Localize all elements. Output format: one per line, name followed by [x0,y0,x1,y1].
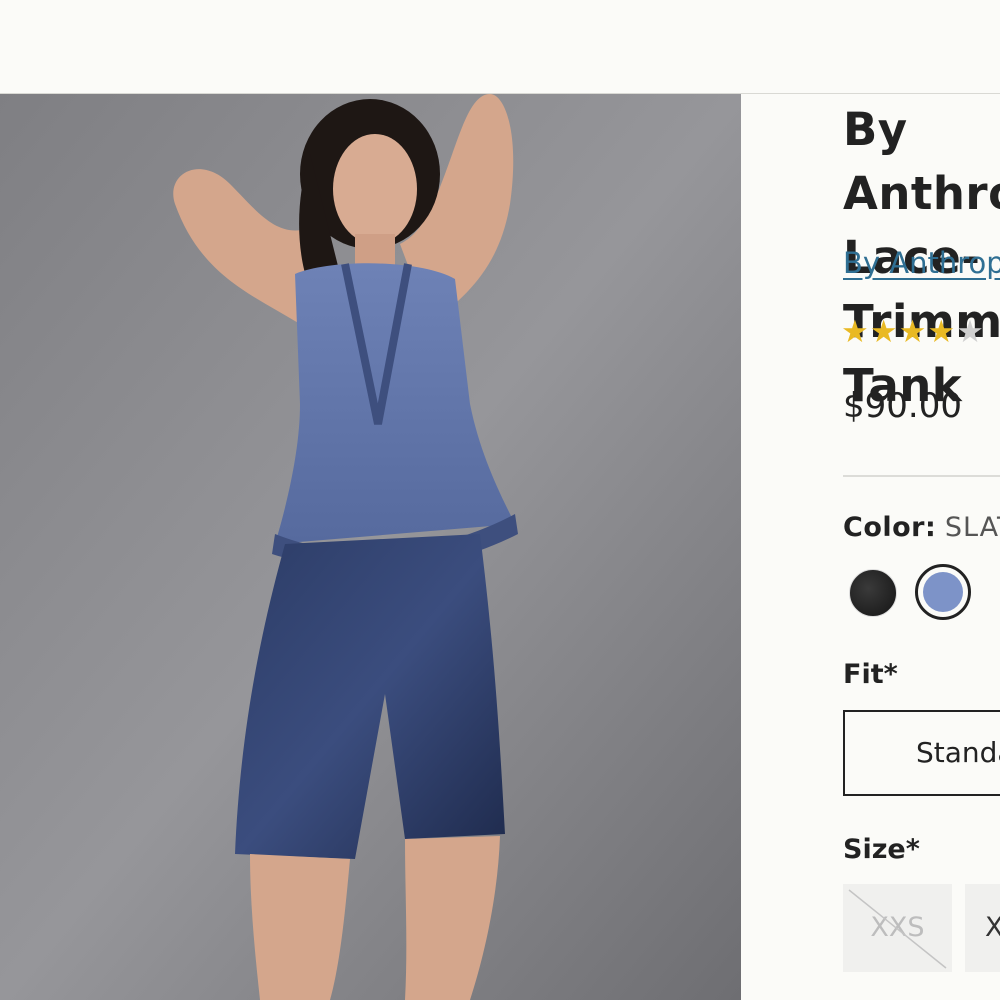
star-empty-icon: ★ [956,314,985,350]
header-bar [0,0,1000,94]
model-photo [0,94,741,1000]
unavailable-strike-icon [848,889,947,969]
fit-label: Fit* [843,659,898,690]
divider [843,475,1000,477]
size-label: Size* [843,834,920,865]
star-full-icon: ★★★★ [841,314,957,350]
product-page: By Anthropologie Lace- Trimmed Satin Tan… [0,0,1000,1000]
color-swatch-black[interactable] [849,569,897,617]
color-value: SLATE [944,512,1000,543]
product-price: $90.00 [843,386,962,426]
color-swatch-slate[interactable] [915,564,971,620]
color-label: Color: [843,512,937,543]
size-option-xs[interactable]: XS [965,884,1000,972]
size-option-xxs[interactable]: XXS [843,884,952,972]
product-image[interactable] [0,94,741,1000]
size-option-label: XS [985,912,1000,943]
fit-option-standard[interactable]: Standard [843,710,1000,796]
color-swatch-slate-fill [923,572,963,612]
rating-stars[interactable]: ★★★★★ [841,314,985,350]
product-info-panel: By Anthropologie Lace- Trimmed Satin Tan… [741,94,1000,1000]
color-selection-label: Color: SLATE [843,512,1000,543]
brand-link[interactable]: By Anthropologie [843,246,1000,280]
